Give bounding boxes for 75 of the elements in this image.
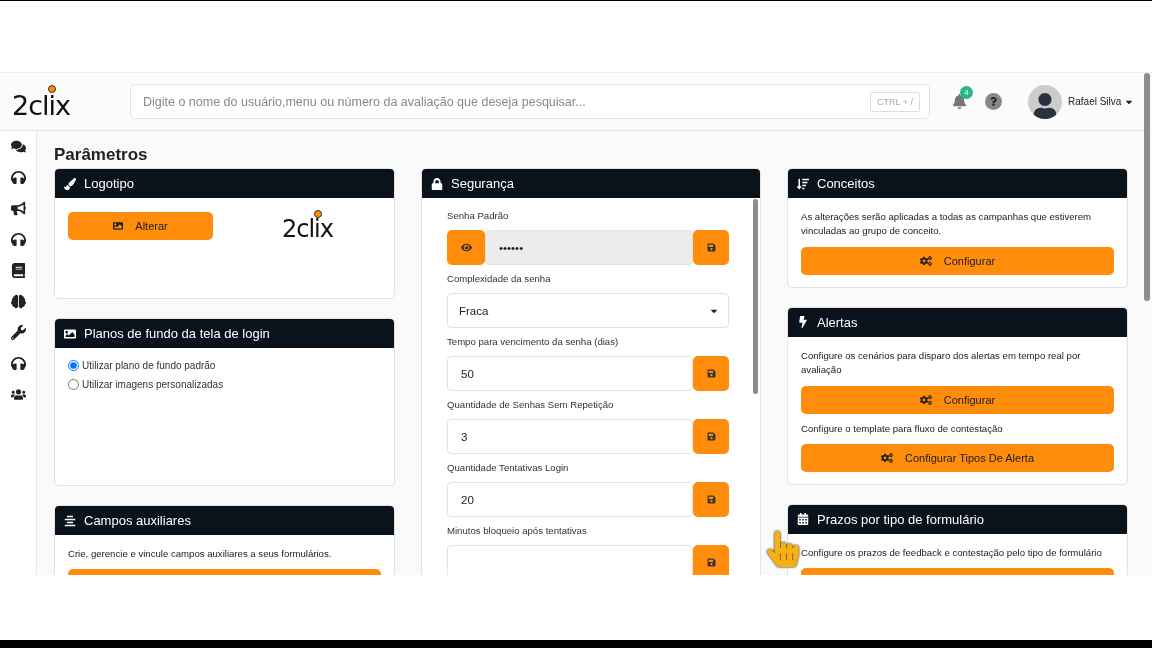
description-text: Configure os cenários para disparo dos alertas em tempo real por avaliação: [801, 348, 1082, 378]
card-title: Prazos por tipo de formulário: [817, 511, 984, 527]
sidebar-icon[interactable]: [10, 232, 26, 247]
show-password-button[interactable]: [447, 230, 485, 265]
user-name[interactable]: Rafael Silva: [1068, 96, 1122, 107]
logo: 2clix: [12, 84, 70, 119]
sidebar-icon[interactable]: [10, 139, 26, 154]
save-button[interactable]: [693, 419, 729, 454]
field-label: Tempo para vencimento da senha (dias): [447, 336, 620, 347]
card-title: Campos auxiliares: [84, 513, 191, 528]
save-icon: [706, 432, 716, 441]
sidebar-icon[interactable]: [10, 263, 26, 278]
field-label: Quantidade de Senhas Sem Repetição: [447, 399, 615, 410]
configure-button[interactable]: Configurar: [801, 385, 1114, 414]
sidebar-icon[interactable]: [10, 170, 26, 185]
user-avatar[interactable]: [1028, 84, 1062, 119]
field-label: Minutos bloqueio após tentativas: [447, 525, 588, 536]
card-icon: [797, 316, 809, 329]
card-icon: [797, 177, 809, 190]
save-icon: [706, 369, 716, 378]
image-icon: [113, 220, 124, 231]
radio-button[interactable]: [68, 360, 79, 371]
field-label: Complexidade da senha: [447, 273, 552, 284]
option-label: Utilizar plano de fundo padrão: [82, 360, 216, 371]
select-field[interactable]: Fraca: [447, 293, 729, 328]
input-field[interactable]: [447, 545, 693, 575]
input-field[interactable]: 3: [447, 419, 693, 454]
card-icon: [64, 514, 76, 527]
card-icon: [64, 177, 76, 190]
card-icon: [797, 513, 809, 526]
field-label: Quantidade Tentativas Login: [447, 462, 570, 473]
sidebar-icon[interactable]: [10, 325, 26, 340]
scrollbar[interactable]: [753, 199, 758, 394]
save-icon: [706, 243, 716, 252]
sidebar-icon[interactable]: [10, 356, 26, 371]
card-icon: [64, 327, 76, 340]
notification-count: 4: [960, 86, 973, 99]
save-button[interactable]: [693, 482, 729, 517]
description-text: Configure os prazos de feedback e contestação pelo tipo de formulário: [801, 545, 1103, 560]
eye-icon: [460, 242, 472, 253]
card-title: Alertas: [817, 314, 858, 330]
password-field[interactable]: ••••••: [485, 230, 693, 265]
shortcut-hint: CTRL + /: [870, 92, 920, 112]
sidebar-icon[interactable]: [10, 387, 26, 402]
sidebar-icon[interactable]: [10, 201, 26, 216]
help-icon[interactable]: [985, 93, 1002, 110]
page-title: Parâmetros: [54, 145, 149, 165]
sidebar-icon[interactable]: [10, 294, 26, 309]
save-button[interactable]: [693, 545, 729, 575]
save-icon: [706, 495, 716, 504]
card-title: Logotipo: [84, 176, 134, 191]
configure-button[interactable]: Configurar Tipos De Alerta: [801, 443, 1114, 472]
card-icon: [431, 177, 443, 190]
save-button[interactable]: [693, 356, 729, 391]
description-text: Crie, gerencie e vincule campos auxiliares a seus formulários.: [68, 547, 333, 561]
gears-icon: [919, 393, 932, 406]
card-title: Conceitos: [817, 176, 875, 191]
card-title: Segurança: [451, 176, 514, 191]
description-text: Configure o template para fluxo de contestação: [801, 421, 1004, 436]
input-field[interactable]: 50: [447, 356, 693, 391]
notification-bell-icon[interactable]: [952, 94, 967, 109]
save-button[interactable]: [693, 230, 729, 265]
option-label: Utilizar imagens personalizadas: [82, 379, 224, 390]
card-title: Planos de fundo da tela de login: [84, 326, 270, 341]
field-label: Senha Padrão: [447, 210, 510, 221]
scrollbar[interactable]: [1144, 73, 1150, 301]
description-text: As alterações serão aplicadas a todas as campanhas que estiverem vinculadas ao grupo de conceito.: [801, 210, 1093, 239]
change-button[interactable]: Alterar: [68, 211, 213, 240]
save-icon: [706, 558, 716, 567]
gears-icon: [919, 254, 932, 267]
gears-icon: [881, 451, 893, 464]
input-field[interactable]: 20: [447, 482, 693, 517]
logo: 2clix: [282, 210, 333, 241]
radio-button[interactable]: [68, 379, 79, 390]
configure-button[interactable]: Configurar: [801, 246, 1114, 275]
